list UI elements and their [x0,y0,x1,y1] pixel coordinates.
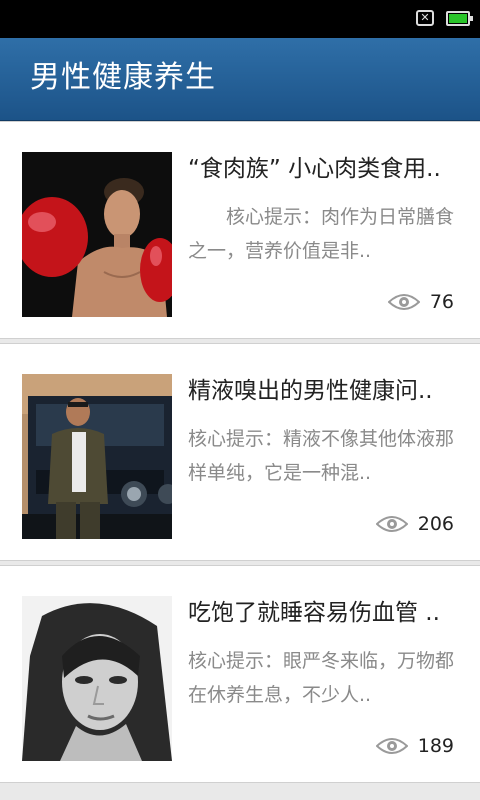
article-thumbnail [22,152,172,317]
article-description: 核心提示：眼严冬来临，万物都在休养生息，不少人.. [188,650,455,706]
eye-icon [375,516,408,532]
eye-icon [375,738,408,754]
list-item[interactable]: 精液嗅出的男性健康问.. 核心提示：精液不像其他体液那样单纯，它是一种混.. 2… [0,343,480,561]
article-title: “食肉族” 小心肉类食用.. [188,156,441,182]
view-count: 189 [417,735,454,757]
view-count: 206 [417,513,454,535]
status-bar: ✕ [0,0,480,38]
page-title: 男性健康养生 [30,60,216,95]
article-thumbnail [22,596,172,761]
article-title: 吃饱了就睡容易伤血管 .. [188,600,440,626]
article-description: 核心提示：肉作为日常膳食之一，营养价值是非.. [188,206,455,262]
article-description: 核心提示：精液不像其他体液那样单纯，它是一种混.. [188,428,455,484]
eye-icon [387,294,420,310]
app-header: 男性健康养生 [0,38,480,121]
view-count: 76 [429,291,454,313]
article-title: 精液嗅出的男性健康问.. [188,378,433,404]
view-count-row: 189 [375,734,454,758]
list-item[interactable]: 吃饱了就睡容易伤血管 .. 核心提示：眼严冬来临，万物都在休养生息，不少人.. … [0,565,480,783]
article-thumbnail [22,374,172,539]
view-count-row: 76 [387,290,454,314]
list-item[interactable]: “食肉族” 小心肉类食用.. 核心提示：肉作为日常膳食之一，营养价值是非.. 7… [0,121,480,339]
view-count-row: 206 [375,512,454,536]
battery-icon [446,11,473,26]
notification-x-icon: ✕ [416,10,434,26]
